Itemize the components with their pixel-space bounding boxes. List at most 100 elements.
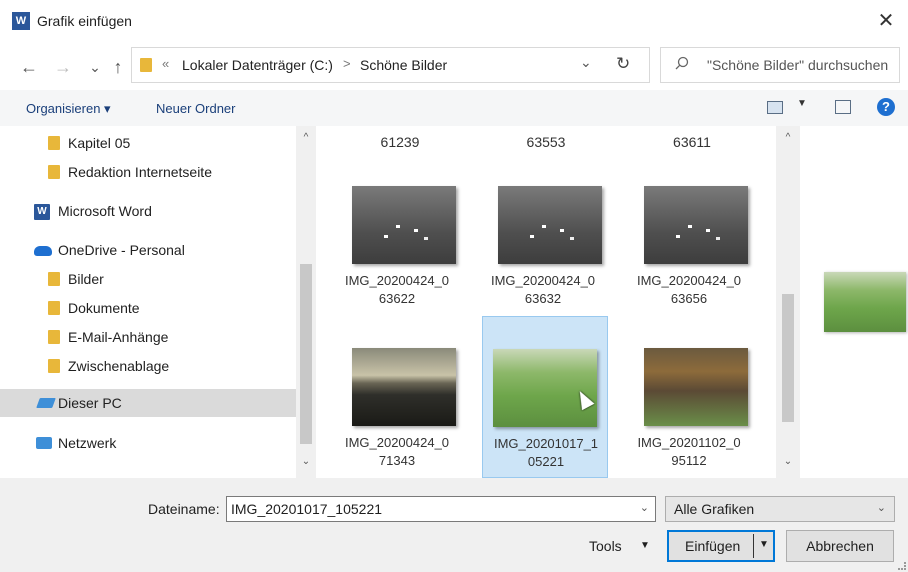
file-name: IMG_20200424_0 71343 (334, 434, 460, 470)
file-name: IMG_20201102_0 95112 (626, 434, 752, 470)
file-thumbnail (493, 349, 597, 427)
file-thumbnail (352, 186, 456, 264)
folder-icon (48, 136, 60, 150)
nav-item-microsoft-word[interactable]: W Microsoft Word (0, 197, 296, 225)
tools-dropdown-icon[interactable]: ▼ (640, 540, 650, 551)
dialog-footer: Dateiname: IMG_20201017_105221 ⌄ Alle Gr… (0, 478, 908, 572)
insert-dropdown-icon[interactable]: ▼ (759, 539, 769, 550)
up-arrow-icon[interactable]: ↑ (107, 54, 129, 80)
file-name-line: 63632 (524, 291, 562, 306)
file-name-line: 95112 (671, 453, 707, 468)
folder-icon (140, 58, 152, 72)
scroll-up-icon[interactable]: ^ (296, 132, 316, 143)
address-dropdown-icon[interactable]: ⌄ (580, 54, 592, 71)
dialog-title: Grafik einfügen (37, 13, 132, 29)
filename-value[interactable]: IMG_20201017_105221 (231, 501, 382, 517)
nav-item-dokumente[interactable]: Dokumente (0, 294, 296, 322)
folder-icon (48, 330, 60, 344)
onedrive-icon (34, 246, 52, 256)
cancel-button[interactable]: Abbrechen (786, 530, 894, 562)
nav-item-netzwerk[interactable]: Netzwerk (0, 429, 296, 457)
filename-label: Dateiname: (148, 501, 220, 517)
nav-item-label: OneDrive - Personal (58, 242, 185, 258)
file-name-line: IMG_20201102_0 (637, 435, 741, 450)
file-name-line: IMG_20200424_0 (344, 273, 450, 288)
breadcrumb-drive[interactable]: Lokaler Datenträger (C:) (182, 57, 333, 73)
file-tile[interactable]: IMG_20200424_0 63632 (480, 182, 606, 338)
resize-grip-icon[interactable] (898, 562, 906, 570)
breadcrumb-folder[interactable]: Schöne Bilder (360, 57, 447, 73)
nav-item-dieser-pc[interactable]: Dieser PC (0, 389, 296, 417)
search-box[interactable]: "Schöne Bilder" durchsuchen (660, 47, 900, 83)
file-list-scrollbar[interactable]: ^ ⌄ (776, 126, 800, 478)
nav-pane-scrollbar[interactable]: ^ ⌄ (296, 126, 316, 478)
file-name-line: IMG_20200424_0 (490, 273, 596, 288)
scrollbar-thumb[interactable] (782, 294, 794, 422)
file-name-line: IMG_20200424_0 (344, 435, 450, 450)
search-icon (675, 56, 689, 74)
file-thumbnail (644, 186, 748, 264)
filename-field[interactable]: IMG_20201017_105221 ⌄ (226, 496, 656, 522)
refresh-icon[interactable]: ↻ (616, 54, 630, 74)
scroll-down-icon[interactable]: ⌄ (296, 456, 316, 467)
insert-button-label: Einfügen (685, 538, 741, 554)
nav-item-redaktion[interactable]: Redaktion Internetseite (0, 158, 296, 186)
breadcrumb-separator-icon[interactable]: > (343, 56, 351, 71)
scrollbar-thumb[interactable] (300, 264, 312, 444)
nav-item-label: Redaktion Internetseite (68, 164, 212, 180)
overflow-chevron[interactable]: « (162, 56, 169, 71)
help-icon[interactable]: ? (877, 98, 895, 116)
nav-item-label: Bilder (68, 271, 104, 287)
nav-item-bilder[interactable]: Bilder (0, 265, 296, 293)
nav-item-zwischenablage[interactable]: Zwischenablage (0, 352, 296, 380)
title-bar: W Grafik einfügen ✕ (0, 0, 908, 44)
file-name-line: 05221 (527, 454, 565, 469)
nav-item-label: E-Mail-Anhänge (68, 329, 169, 345)
file-thumbnail (498, 186, 602, 264)
split-divider (753, 534, 754, 558)
filename-dropdown-icon[interactable]: ⌄ (640, 501, 649, 514)
tools-button[interactable]: Tools (589, 538, 622, 554)
forward-arrow-icon[interactable]: → (52, 54, 74, 80)
nav-item-label: Dieser PC (58, 395, 122, 411)
nav-item-kapitel-05[interactable]: Kapitel 05 (0, 129, 296, 157)
close-icon[interactable]: ✕ (874, 8, 898, 34)
file-name: IMG_20201017_1 05221 (483, 435, 609, 471)
view-dropdown-icon[interactable]: ▼ (797, 98, 807, 109)
new-folder-button[interactable]: Neuer Ordner (156, 101, 235, 116)
preview-pane (800, 126, 908, 478)
change-view-icon[interactable] (767, 101, 783, 114)
scroll-up-icon[interactable]: ^ (776, 132, 800, 143)
preview-pane-icon[interactable] (835, 100, 851, 114)
address-bar[interactable]: « Lokaler Datenträger (C:) > Schöne Bild… (131, 47, 650, 83)
recent-locations-icon[interactable]: ⌄ (84, 54, 106, 80)
cancel-button-label: Abbrechen (806, 538, 874, 554)
file-tile[interactable]: IMG_20201102_0 95112 (626, 344, 752, 478)
insert-button[interactable]: Einfügen ▼ (667, 530, 775, 562)
file-list: 61239 63553 63611 IMG_20200424_0 63622 I… (316, 126, 776, 478)
file-name-line: 71343 (378, 453, 416, 468)
file-type-select[interactable]: Alle Grafiken ⌄ (665, 496, 895, 522)
file-label[interactable]: 63553 (486, 134, 606, 150)
word-icon: W (34, 204, 50, 220)
file-label[interactable]: 63611 (632, 134, 752, 150)
file-label[interactable]: 61239 (340, 134, 460, 150)
file-name-line: 63656 (670, 291, 708, 306)
scroll-down-icon[interactable]: ⌄ (776, 456, 800, 467)
file-type-value: Alle Grafiken (674, 501, 755, 517)
nav-item-email-anhaenge[interactable]: E-Mail-Anhänge (0, 323, 296, 351)
file-thumbnail (352, 348, 456, 426)
file-type-dropdown-icon[interactable]: ⌄ (877, 501, 886, 514)
this-pc-icon (36, 398, 56, 408)
navigation-pane: Kapitel 05 Redaktion Internetseite W Mic… (0, 126, 316, 478)
insert-picture-dialog: W Grafik einfügen ✕ ← → ⌄ ↑ « Lokaler Da… (0, 0, 908, 572)
nav-item-onedrive[interactable]: OneDrive - Personal (0, 236, 296, 264)
file-tile[interactable]: IMG_20200424_0 63622 (334, 182, 460, 338)
organize-button[interactable]: Organisieren ▾ (26, 101, 111, 117)
back-arrow-icon[interactable]: ← (18, 54, 40, 80)
nav-item-label: Kapitel 05 (68, 135, 131, 151)
folder-icon (48, 301, 60, 315)
file-name-line: IMG_20200424_0 (636, 273, 742, 288)
file-tile[interactable]: IMG_20200424_0 71343 (334, 344, 460, 478)
file-tile[interactable]: IMG_20200424_0 63656 (626, 182, 752, 338)
